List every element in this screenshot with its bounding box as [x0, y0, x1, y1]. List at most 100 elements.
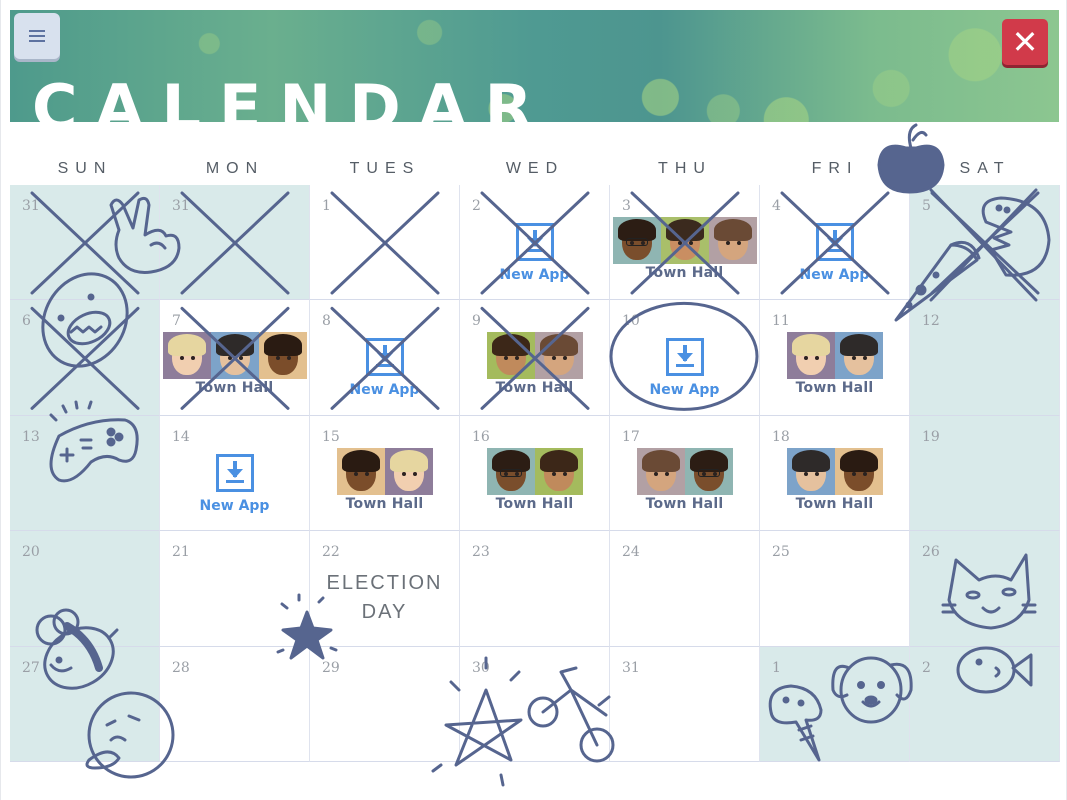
day-cell[interactable]: 22 ELECTION DAY	[310, 531, 460, 647]
page-title: CALENDAR	[32, 71, 551, 123]
weekday-mon: MON	[205, 160, 265, 177]
day-cell[interactable]: 15 Town Hall	[310, 415, 460, 532]
day-number: 24	[622, 544, 640, 561]
avatar	[384, 447, 433, 495]
day-number: 31	[172, 198, 190, 214]
day-number: 8	[322, 313, 331, 330]
day-cell[interactable]: 18 Town Hall	[760, 415, 910, 532]
day-number: 31	[622, 659, 640, 676]
note-line: DAY	[361, 601, 408, 624]
participant-avatars	[786, 332, 883, 380]
day-number: 13	[22, 428, 40, 445]
hamburger-menu-icon	[29, 30, 45, 42]
participant-avatars	[486, 447, 583, 495]
event-label: Town Hall	[495, 495, 574, 512]
menu-button[interactable]	[14, 13, 60, 59]
day-number: 7	[172, 313, 181, 330]
participant-avatars	[636, 447, 733, 495]
day-number: 5	[922, 198, 931, 214]
day-cell[interactable]: 19	[910, 415, 1060, 532]
day-number: 31	[22, 198, 40, 214]
day-number: 17	[622, 428, 640, 445]
event-label: New App	[649, 382, 720, 399]
download-icon	[665, 338, 704, 377]
town-hall-event[interactable]: Town Hall	[460, 332, 609, 396]
new-app-event[interactable]: New App	[610, 332, 759, 398]
election-day-note: ELECTION DAY	[310, 569, 459, 627]
calendar-banner: CALENDAR	[10, 10, 1059, 122]
day-number: 9	[472, 313, 481, 330]
close-icon: ✕	[1011, 23, 1039, 61]
day-number: 26	[922, 544, 940, 561]
participant-avatars	[786, 447, 883, 495]
town-hall-event[interactable]: Town Hall	[610, 217, 759, 281]
day-cell[interactable]: 16 Town Hall	[460, 415, 610, 532]
event-label: Town Hall	[645, 495, 724, 512]
weekday-thu: THU	[658, 160, 712, 177]
day-cell[interactable]: 14 New App	[160, 415, 310, 532]
day-cell[interactable]: 27	[10, 646, 160, 762]
day-cell[interactable]: 23	[460, 531, 610, 647]
day-cell[interactable]: 25	[760, 531, 910, 647]
town-hall-event[interactable]: Town Hall	[460, 447, 609, 512]
day-cell[interactable]: 17 Town Hall	[610, 415, 760, 532]
avatar	[534, 447, 583, 495]
apple-icon	[877, 123, 945, 194]
new-app-event[interactable]: New App	[760, 217, 909, 283]
avatar	[258, 332, 307, 380]
event-label: New App	[199, 497, 270, 514]
day-cell[interactable]: 26	[910, 531, 1060, 647]
avatar	[636, 447, 685, 495]
day-cell[interactable]: 12	[910, 300, 1060, 416]
weekday-tues: TUES	[349, 160, 421, 177]
day-number: 1	[772, 659, 781, 676]
download-icon	[215, 453, 254, 492]
day-cell[interactable]: 29	[310, 646, 460, 762]
day-number: 14	[172, 428, 190, 445]
day-cell[interactable]: 28	[160, 646, 310, 762]
close-button[interactable]: ✕	[1002, 19, 1048, 65]
avatar	[786, 332, 835, 380]
day-cell[interactable]: 31	[610, 646, 760, 762]
day-number: 15	[322, 428, 340, 445]
day-number: 1	[322, 198, 331, 214]
avatar	[486, 332, 535, 380]
day-cell[interactable]: 2	[910, 646, 1060, 762]
avatar	[834, 332, 883, 380]
avatar	[684, 447, 733, 495]
event-label: Town Hall	[795, 380, 874, 397]
day-number: 16	[472, 428, 490, 445]
new-app-event[interactable]: New App	[160, 448, 309, 514]
day-number: 18	[772, 428, 790, 445]
day-number: 22	[322, 544, 340, 561]
town-hall-event[interactable]: Town Hall	[610, 447, 759, 512]
day-number: 25	[772, 544, 790, 561]
day-number: 12	[922, 313, 940, 330]
avatar	[162, 332, 211, 380]
day-number: 27	[22, 659, 40, 676]
participant-avatars	[336, 447, 433, 495]
town-hall-event[interactable]: Town Hall	[760, 332, 909, 396]
avatar	[336, 447, 385, 495]
note-line: ELECTION	[326, 572, 443, 595]
avatar	[786, 447, 835, 495]
day-cell[interactable]: 24	[610, 531, 760, 647]
new-app-event[interactable]: New App	[460, 217, 609, 283]
town-hall-event[interactable]: Town Hall	[760, 447, 909, 512]
town-hall-event[interactable]: Town Hall	[160, 332, 309, 396]
day-number: 28	[172, 659, 190, 676]
weekday-wed: WED	[505, 160, 565, 177]
avatar	[708, 217, 757, 264]
weekday-sun: SUN	[57, 160, 113, 177]
day-number: 6	[22, 313, 31, 330]
avatar	[612, 217, 661, 264]
day-number: 29	[322, 659, 340, 676]
new-app-event[interactable]: New App	[310, 332, 459, 398]
avatar	[834, 447, 883, 495]
day-number: 21	[172, 544, 190, 561]
event-label: New App	[349, 382, 420, 399]
day-cell[interactable]: 11 Town Hall	[760, 300, 910, 416]
day-number: 11	[772, 313, 790, 330]
town-hall-event[interactable]: Town Hall	[310, 447, 459, 512]
event-label: New App	[799, 267, 870, 283]
